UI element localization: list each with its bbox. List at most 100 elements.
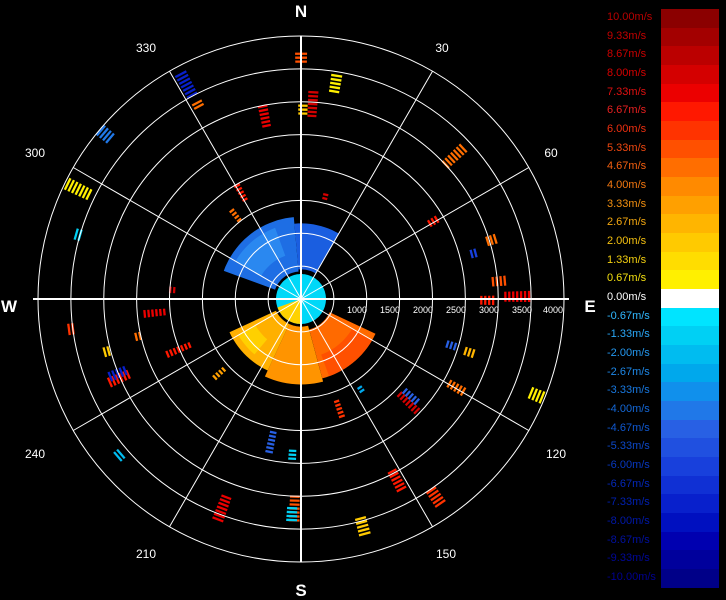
colorbar-swatch: [661, 158, 719, 178]
colorbar-row: -7.33m/s: [606, 494, 719, 514]
range-gate: [508, 291, 511, 302]
colorbar-label: 9.33m/s: [607, 29, 647, 42]
azimuth-label-240: 240: [25, 447, 45, 461]
colorbar-row: -9.33m/s: [606, 550, 719, 570]
colorbar-row: 8.67m/s: [606, 46, 719, 66]
azimuth-label-30: 30: [435, 41, 449, 55]
colorbar-row: -5.33m/s: [606, 438, 719, 458]
colorbar-swatch: [661, 102, 719, 122]
range-gate: [172, 286, 176, 294]
colorbar-row: -2.67m/s: [606, 363, 719, 383]
colorbar-row: 5.33m/s: [606, 139, 719, 159]
colorbar-swatch: [661, 46, 719, 66]
colorbar-label: -6.67m/s: [607, 477, 650, 490]
colorbar-label: -3.33m/s: [607, 384, 650, 397]
range-gate: [527, 290, 531, 303]
colorbar-row: -0.67m/s: [606, 307, 719, 327]
range-gate: [298, 104, 308, 107]
colorbar-row: -4.00m/s: [606, 401, 719, 420]
colorbar-row: -6.67m/s: [606, 475, 719, 495]
colorbar-label: 6.67m/s: [607, 104, 647, 117]
colorbar-swatch: [661, 270, 719, 290]
range-label-1500: 1500: [380, 305, 400, 315]
range-gate: [491, 295, 495, 306]
colorbar-swatch: [661, 307, 719, 327]
azimuth-label-210: 210: [136, 547, 156, 561]
colorbar-label: 8.00m/s: [607, 67, 647, 80]
colorbar-row: 4.00m/s: [606, 177, 719, 196]
colorbar-row: -8.67m/s: [606, 531, 719, 551]
range-gate: [523, 290, 527, 302]
colorbar-label: 3.33m/s: [607, 197, 647, 210]
colorbar-row: 6.00m/s: [606, 121, 719, 140]
colorbar-row: -3.33m/s: [606, 382, 719, 402]
west-label: W: [1, 297, 18, 316]
colorbar-label: -9.33m/s: [607, 552, 650, 565]
azimuth-label-150: 150: [436, 547, 456, 561]
range-gate: [289, 499, 300, 502]
colorbar-swatch: [661, 401, 719, 420]
range-gate: [504, 291, 507, 302]
colorbar-swatch: [661, 27, 719, 47]
colorbar-label: -7.33m/s: [607, 496, 650, 509]
range-gate: [484, 295, 487, 305]
colorbar-label: 4.00m/s: [607, 179, 647, 192]
colorbar-swatch: [661, 475, 719, 495]
range-label-4000: 4000: [543, 305, 563, 315]
colorbar-swatch: [661, 233, 719, 252]
east-label: E: [584, 297, 595, 316]
colorbar-label: 10.00m/s: [607, 11, 653, 23]
range-gate: [286, 514, 298, 518]
colorbar-swatch: [661, 83, 719, 103]
colorbar-label: -8.00m/s: [607, 515, 650, 528]
south-label: S: [295, 581, 306, 600]
colorbar-label: 0.00m/s: [607, 291, 647, 304]
colorbar-label: -0.67m/s: [607, 309, 650, 322]
colorbar-label: 5.33m/s: [607, 141, 647, 154]
range-gate: [512, 291, 515, 302]
colorbar-swatch: [661, 251, 719, 271]
range-gate: [286, 510, 298, 514]
colorbar-row: 7.33m/s: [606, 83, 719, 103]
colorbar-swatch: [661, 345, 719, 364]
colorbar-swatch: [661, 531, 719, 551]
range-gate: [480, 295, 483, 305]
colorbar-row: -8.00m/s: [606, 513, 719, 532]
colorbar-swatch: [661, 289, 719, 308]
colorbar-swatch: [661, 550, 719, 570]
colorbar-row: -2.00m/s: [606, 345, 719, 364]
colorbar-label: -4.67m/s: [607, 421, 650, 434]
colorbar-row: 6.67m/s: [606, 102, 719, 122]
colorbar-swatch: [661, 9, 719, 28]
colorbar-label: -2.00m/s: [607, 347, 650, 360]
colorbar-row: -1.33m/s: [606, 326, 719, 346]
colorbar-swatch: [661, 382, 719, 402]
colorbar-swatch: [661, 177, 719, 196]
colorbar-row: 4.67m/s: [606, 158, 719, 178]
velocity-colorbar: 10.00m/s 9.33m/s 8.67m/s 8.00m/s 7.33m/s 6.67…: [606, 9, 719, 588]
colorbar-label: -4.00m/s: [607, 403, 650, 416]
colorbar-row: -6.00m/s: [606, 457, 719, 476]
colorbar-row: 1.33m/s: [606, 251, 719, 271]
colorbar-label: 8.67m/s: [607, 48, 647, 61]
colorbar-label: 4.67m/s: [607, 160, 647, 173]
colorbar-row: 8.00m/s: [606, 65, 719, 84]
colorbar-swatch: [661, 457, 719, 476]
range-gate: [288, 457, 297, 461]
colorbar-row: 0.67m/s: [606, 270, 719, 290]
colorbar-row: 2.00m/s: [606, 233, 719, 252]
colorbar-row: 2.67m/s: [606, 214, 719, 234]
colorbar-label: -10.00m/s: [607, 571, 656, 584]
colorbar-swatch: [661, 419, 719, 439]
range-label-3000: 3000: [479, 305, 499, 315]
colorbar-swatch: [661, 139, 719, 159]
colorbar-swatch: [661, 513, 719, 532]
azimuth-label-60: 60: [544, 146, 558, 160]
colorbar-label: -8.67m/s: [607, 533, 650, 546]
colorbar-row: 0.00m/s: [606, 289, 719, 308]
range-gate: [515, 291, 519, 302]
range-gate: [286, 518, 298, 522]
colorbar-swatch: [661, 65, 719, 84]
colorbar-swatch: [661, 363, 719, 383]
colorbar-row: 3.33m/s: [606, 195, 719, 215]
